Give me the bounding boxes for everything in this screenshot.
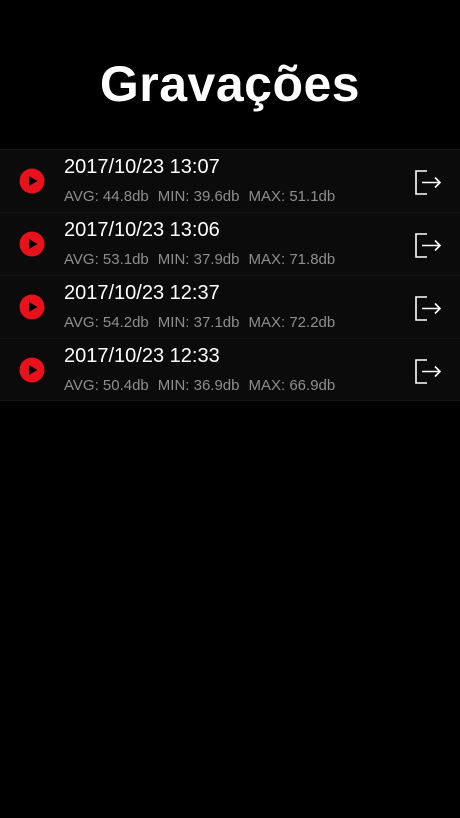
max-level: MAX: 71.8db bbox=[248, 251, 336, 268]
export-icon bbox=[415, 233, 442, 258]
recording-row: 2017/10/23 12:37 AVG: 54.2db MIN: 37.1db M… bbox=[0, 275, 460, 338]
export-icon bbox=[415, 170, 442, 195]
export-icon bbox=[415, 296, 442, 321]
recording-date: 2017/10/23 13:07 bbox=[64, 156, 220, 178]
export-button[interactable] bbox=[412, 292, 444, 324]
export-button[interactable] bbox=[412, 355, 444, 387]
recording-stats: AVG: 50.4db MIN: 36.9db MAX: 66.9db bbox=[64, 376, 335, 396]
page-title: Gravações bbox=[99, 56, 361, 112]
play-circle-icon bbox=[19, 168, 45, 194]
play-circle-icon bbox=[19, 357, 45, 383]
export-button[interactable] bbox=[412, 166, 444, 198]
recording-date: 2017/10/23 12:33 bbox=[64, 345, 220, 367]
recording-date: 2017/10/23 13:06 bbox=[64, 219, 220, 241]
recording-stats: AVG: 53.1db MIN: 37.9db MAX: 71.8db bbox=[64, 250, 335, 270]
avg-level: AVG: 54.2db bbox=[64, 314, 149, 331]
play-circle-icon bbox=[19, 294, 45, 320]
recording-stats: AVG: 54.2db MIN: 37.1db MAX: 72.2db bbox=[64, 313, 335, 333]
max-level: MAX: 51.1db bbox=[248, 188, 336, 205]
recording-stats: AVG: 44.8db MIN: 39.6db MAX: 51.1db bbox=[64, 187, 335, 207]
min-level: MIN: 39.6db bbox=[157, 188, 240, 205]
recording-row: 2017/10/23 13:06 AVG: 53.1db MIN: 37.9db M… bbox=[0, 212, 460, 275]
export-icon bbox=[415, 359, 442, 384]
play-button[interactable] bbox=[19, 294, 45, 320]
min-level: MIN: 36.9db bbox=[157, 377, 240, 394]
play-button[interactable] bbox=[19, 168, 45, 194]
export-button[interactable] bbox=[412, 229, 444, 261]
avg-level: AVG: 50.4db bbox=[64, 377, 149, 394]
recordings-list: 2017/10/23 13:07 AVG: 44.8db MIN: 39.6db M… bbox=[0, 149, 460, 401]
avg-level: AVG: 44.8db bbox=[64, 188, 149, 205]
play-circle-icon bbox=[19, 231, 45, 257]
play-button[interactable] bbox=[19, 231, 45, 257]
avg-level: AVG: 53.1db bbox=[64, 251, 149, 268]
min-level: MIN: 37.1db bbox=[157, 314, 240, 331]
play-button[interactable] bbox=[19, 357, 45, 383]
max-level: MAX: 66.9db bbox=[248, 377, 336, 394]
recording-row: 2017/10/23 12:33 AVG: 50.4db MIN: 36.9db M… bbox=[0, 338, 460, 401]
recording-date: 2017/10/23 12:37 bbox=[64, 282, 220, 304]
min-level: MIN: 37.9db bbox=[157, 251, 240, 268]
max-level: MAX: 72.2db bbox=[248, 314, 336, 331]
recording-row: 2017/10/23 13:07 AVG: 44.8db MIN: 39.6db M… bbox=[0, 149, 460, 212]
